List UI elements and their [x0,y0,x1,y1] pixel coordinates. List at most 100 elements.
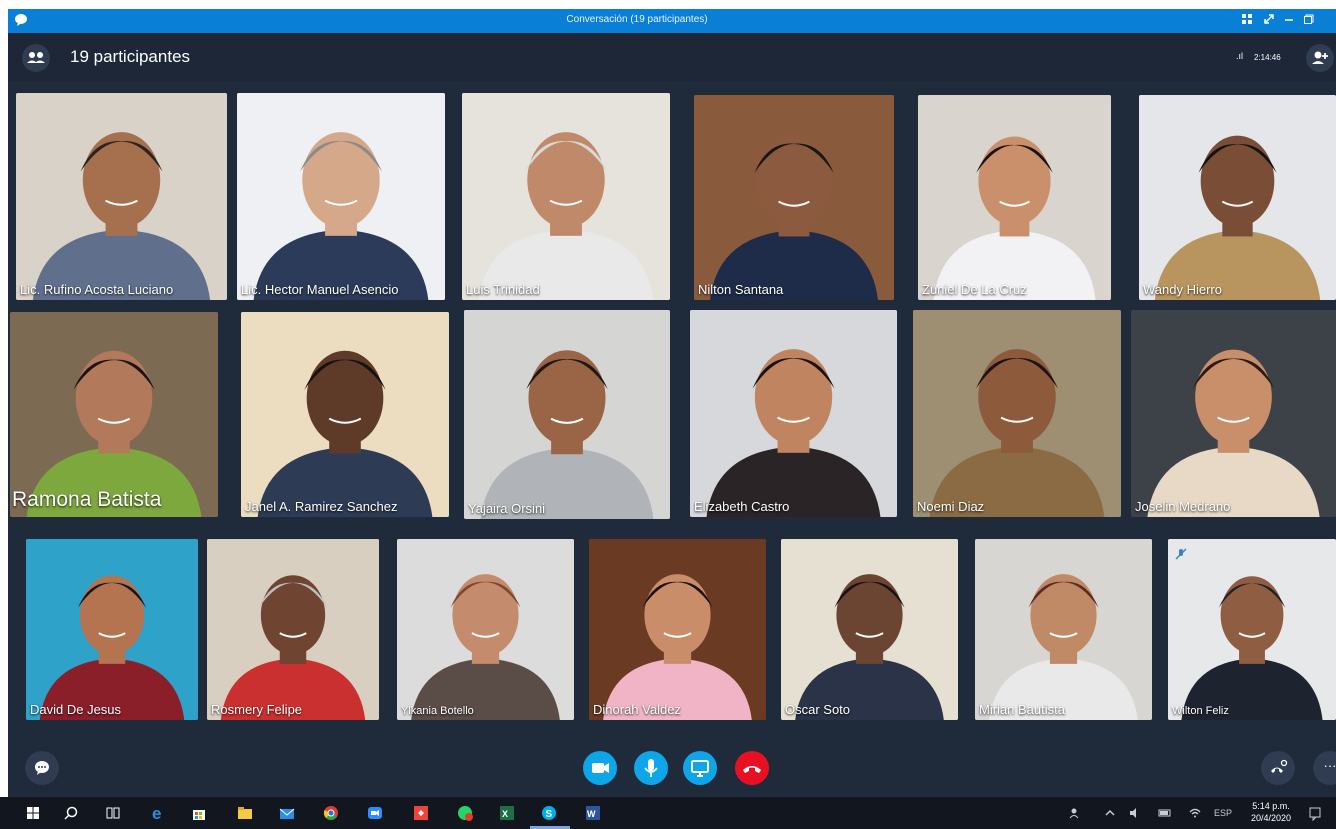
participant-tile[interactable]: Dinorah Valdez [589,539,766,720]
chevron-up-icon[interactable] [1104,804,1116,822]
call-timer: 2:14:46 [1254,53,1281,62]
participant-tile[interactable]: Ramona Batista [10,312,218,517]
participant-tile[interactable]: Janel A. Ramirez Sanchez [241,312,449,517]
participants-count: 19 participantes [70,47,191,66]
dial-pad-button[interactable] [1261,751,1295,785]
maximize-icon[interactable] [1300,12,1318,30]
mail-icon[interactable] [278,804,296,822]
chrome-icon[interactable] [322,804,340,822]
whatsapp-icon[interactable] [456,804,474,822]
participants-button[interactable] [22,44,50,72]
participant-name: Elizabeth Castro [694,499,790,514]
volume-icon[interactable] [1128,804,1142,822]
title-bar: Conversación (19 participantes) [8,9,1336,33]
participant-video [241,312,449,517]
participant-tile[interactable]: David De Jesus [26,539,198,720]
hang-up-button[interactable] [735,751,769,785]
call-header: 19 participantes .ıl 2:14:46 [8,33,1336,81]
participant-name: Lic. Hector Manuel Asencio [241,282,399,297]
expand-icon[interactable] [1260,12,1278,30]
participant-name: Noemi Diaz [917,499,985,514]
participant-name: Lic. Rufino Acosta Luciano [20,282,174,297]
participant-tile[interactable]: Yajaira Orsini [464,310,670,519]
participant-tile[interactable]: Wandy Hierro [1139,95,1336,300]
microphone-icon [644,759,658,777]
participant-video [16,93,227,300]
svg-text:e: e [152,804,161,822]
participant-tile[interactable]: Zuniel De La Cruz [918,95,1111,300]
language-indicator[interactable]: ESP [1214,808,1232,818]
participant-video [975,539,1152,720]
participant-video [464,310,670,519]
participant-name: Wilton Feliz [1172,705,1229,717]
participant-video [237,93,445,300]
participant-tile[interactable]: Nilton Santana [694,95,894,300]
participant-video [589,539,766,720]
svg-text:S: S [546,809,553,820]
windows-taskbar: e X S W ESP 5:14 p.m. 20/4/2020 [0,797,1336,829]
skype-icon[interactable]: S [540,804,558,822]
people-tray-icon[interactable] [1068,804,1082,822]
signal-strength: .ıl [1236,51,1244,61]
participant-tile[interactable]: Luis Trinidad [462,93,670,300]
participant-name: Rosmery Felipe [211,702,303,717]
call-controls: ··· [8,745,1336,797]
participant-tile[interactable]: Noemi Diaz [913,310,1121,517]
participant-video [1139,95,1336,300]
word-icon[interactable]: W [584,804,602,822]
more-options-button[interactable]: ··· [1313,751,1336,785]
search-icon[interactable] [62,804,80,822]
participant-name: Luis Trinidad [466,282,540,297]
notifications-icon[interactable] [1308,804,1322,822]
participant-video [694,95,894,300]
participant-tile[interactable]: Elizabeth Castro [690,310,897,517]
participant-video [690,310,897,517]
video-button[interactable] [583,751,617,785]
chat-button[interactable] [25,751,59,785]
taskbar-clock[interactable]: 5:14 p.m. 20/4/2020 [1251,800,1291,824]
participant-tile[interactable]: Ylkania Botello [397,539,574,720]
call-window: Conversación (19 participantes) 19 parti… [8,9,1336,797]
participant-video [1131,310,1336,517]
participant-video [10,312,218,517]
battery-icon[interactable] [1158,804,1172,822]
participant-name: Wandy Hierro [1143,282,1222,297]
participant-name: Ramona Batista [12,488,162,511]
participant-name: Dinorah Valdez [593,702,681,717]
participant-video [397,539,574,720]
edge-browser-icon[interactable]: e [150,804,168,822]
layout-toggle-icon[interactable] [1238,12,1256,30]
task-view-icon[interactable] [104,804,122,822]
wifi-icon[interactable] [1188,804,1202,822]
store-icon[interactable] [190,804,208,822]
participant-name: Oscar Soto [785,702,851,717]
participant-name: Zuniel De La Cruz [922,282,1027,297]
participant-tile[interactable]: Mirian Bautista [975,539,1152,720]
participant-tile[interactable]: Joselin Medrano [1131,310,1336,517]
participant-video [913,310,1121,517]
participant-video [207,539,379,720]
participant-tile[interactable]: Lic. Rufino Acosta Luciano [16,93,227,300]
windows-start-icon[interactable] [24,804,42,822]
phone-settings-icon [1271,759,1288,773]
participant-video [781,539,958,720]
participant-name: Joselin Medrano [1135,499,1231,514]
participant-tile[interactable]: Wilton Feliz [1168,539,1336,720]
chat-icon [35,761,49,775]
anydesk-icon[interactable] [412,804,430,822]
excel-icon[interactable]: X [498,804,516,822]
participant-name: David De Jesus [30,702,122,717]
participant-name: Janel A. Ramirez Sanchez [245,499,398,514]
share-screen-button[interactable] [683,751,717,785]
zoom-icon[interactable] [366,804,384,822]
participant-video [462,93,670,300]
add-participant-button[interactable] [1306,44,1334,72]
participant-tile[interactable]: Rosmery Felipe [207,539,379,720]
participant-tile[interactable]: Oscar Soto [781,539,958,720]
minimize-icon[interactable] [1280,12,1298,30]
svg-text:X: X [502,809,508,819]
file-explorer-icon[interactable] [236,804,254,822]
microphone-button[interactable] [634,751,668,785]
participant-tile[interactable]: Lic. Hector Manuel Asencio [237,93,445,300]
monitor-icon [691,760,709,777]
